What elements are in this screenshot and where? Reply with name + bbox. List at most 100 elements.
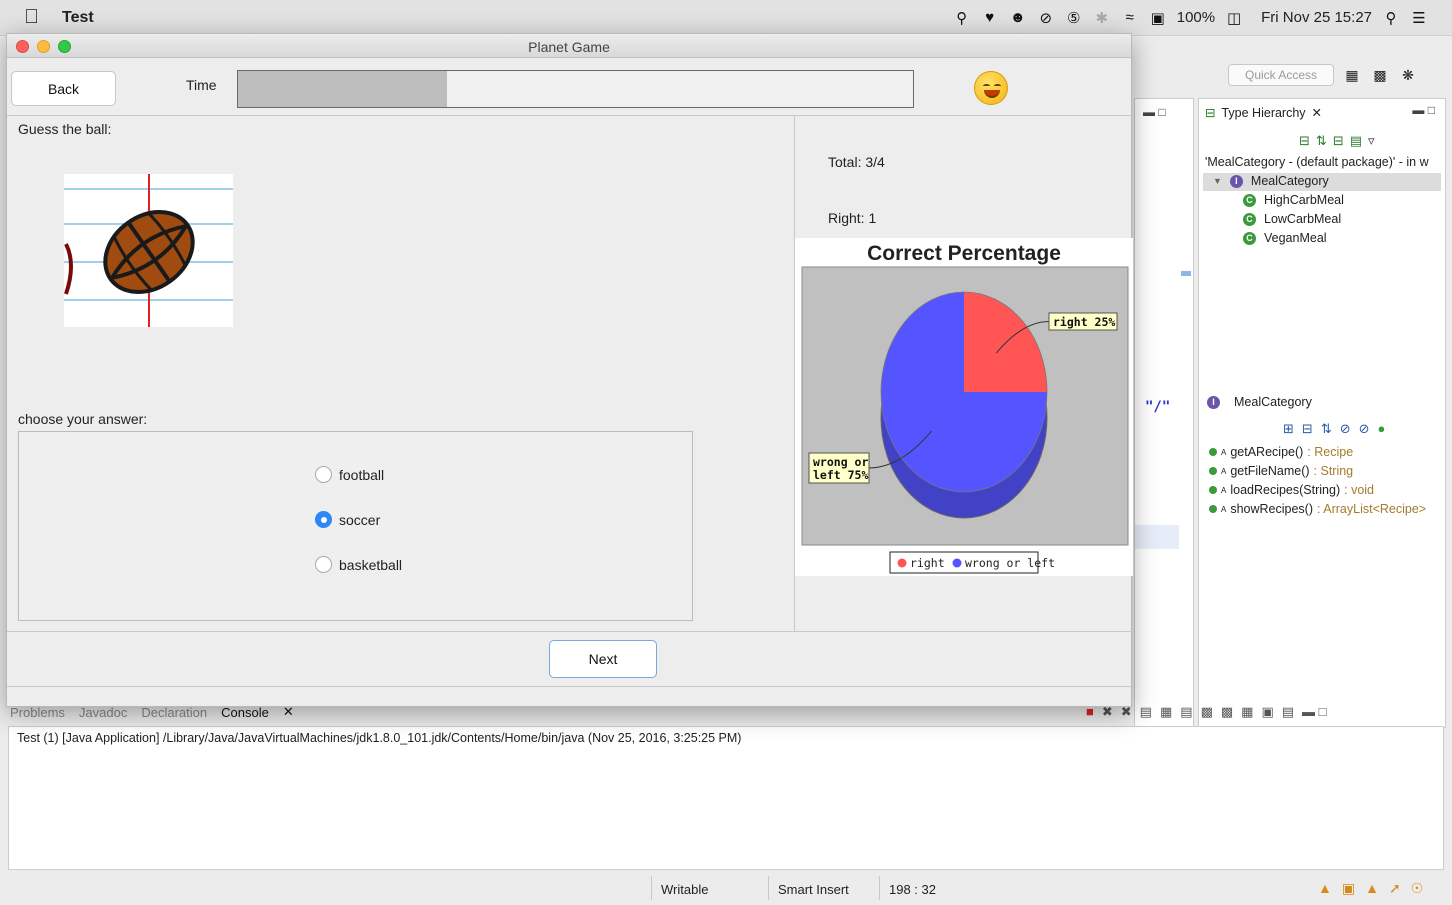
- choose-answer-label: choose your answer:: [18, 411, 148, 427]
- evernote-icon[interactable]: ♥: [981, 9, 999, 27]
- current-line-highlight: [1135, 525, 1179, 549]
- console-output[interactable]: Test (1) [Java Application] /Library/Jav…: [8, 726, 1444, 870]
- spotlight-search-icon[interactable]: ⚲: [1382, 9, 1400, 27]
- option-label: football: [339, 466, 385, 483]
- tree-item-label: LowCarbMeal: [1264, 212, 1342, 226]
- members-title: I MealCategory: [1207, 395, 1312, 409]
- smiley-mouth: [984, 90, 1000, 98]
- show-inherited-icon[interactable]: ⊞: [1283, 421, 1294, 437]
- minimize-maximize-icon[interactable]: ▬ □: [1412, 103, 1435, 117]
- app-menu-name[interactable]: Test: [62, 9, 94, 27]
- status-tray: ⚲ ♥ ☻ ⊘ ⑤ ✱ ≈ ▣ 100% ◫ Fri Nov 25 15:27 …: [953, 9, 1428, 27]
- battery-icon[interactable]: ◫: [1225, 9, 1243, 27]
- apple-icon[interactable]: : [24, 6, 54, 29]
- pin-console-icon[interactable]: ▦: [1241, 704, 1253, 720]
- hide-fields-icon[interactable]: ⊘: [1340, 421, 1351, 437]
- next-button[interactable]: Next: [549, 640, 657, 678]
- minimize-maximize-icon[interactable]: ▬ □: [1143, 105, 1166, 119]
- tree-item[interactable]: C VeganMeal: [1243, 231, 1327, 245]
- editor-pane[interactable]: ▬ □ "/": [1134, 98, 1194, 728]
- console-line: Test (1) [Java Application] /Library/Jav…: [17, 731, 742, 745]
- member-row[interactable]: A getARecipe() : Recipe: [1209, 445, 1353, 459]
- ide-toolbar-right: Quick Access ▦ ▩ ❋: [1228, 64, 1418, 86]
- wand-icon[interactable]: ➚: [1389, 880, 1401, 897]
- public-method-icon: [1209, 505, 1217, 513]
- scroll-lock-icon[interactable]: ▦: [1160, 704, 1172, 720]
- history-icon[interactable]: ▤: [1350, 133, 1362, 149]
- wechat-icon[interactable]: ☻: [1009, 9, 1027, 27]
- five-icon[interactable]: ⑤: [1065, 9, 1083, 27]
- pie-chart: Correct Percentage right 25% wrong or left…: [795, 238, 1133, 576]
- back-button[interactable]: Back: [11, 71, 116, 106]
- hide-static-icon[interactable]: ⊘: [1359, 421, 1370, 437]
- question-panel: Guess the ball: choose your answer: foot…: [7, 115, 795, 631]
- member-row[interactable]: A loadRecipes(String) : void: [1209, 483, 1374, 497]
- clear-console-icon[interactable]: ▤: [1140, 704, 1152, 720]
- member-name: getARecipe(): [1230, 445, 1304, 459]
- member-row[interactable]: A showRecipes() : ArrayList<Recipe>: [1209, 502, 1426, 516]
- members-toolbar: ⊞ ⊟ ⇅ ⊘ ⊘ ●: [1283, 421, 1385, 437]
- view-menu-icon[interactable]: ▿: [1368, 133, 1375, 149]
- legend-label: right: [910, 556, 945, 570]
- answer-options-box: football soccer basketball: [18, 431, 693, 621]
- tutorial-icon[interactable]: ▲: [1365, 880, 1379, 897]
- tree-item-label: HighCarbMeal: [1264, 193, 1344, 207]
- option-soccer[interactable]: soccer: [315, 511, 380, 528]
- window-titlebar[interactable]: Planet Game: [7, 34, 1131, 58]
- slice-label-text: left 75%: [813, 468, 868, 482]
- quick-access-input[interactable]: Quick Access: [1228, 64, 1334, 86]
- tree-item-label: VeganMeal: [1264, 231, 1327, 245]
- menu-bar:  Test ⚲ ♥ ☻ ⊘ ⑤ ✱ ≈ ▣ 100% ◫ Fri Nov 25…: [0, 0, 1452, 36]
- total-score: Total: 3/4: [828, 154, 885, 170]
- show-subtype-icon[interactable]: ⊟: [1333, 133, 1344, 149]
- show-type-hierarchy-icon[interactable]: ⊟: [1299, 133, 1310, 149]
- wifi-icon[interactable]: ≈: [1121, 9, 1139, 27]
- word-wrap-icon[interactable]: ▤: [1180, 704, 1192, 720]
- show-supertype-icon[interactable]: ⇅: [1316, 133, 1327, 149]
- radio-button[interactable]: [315, 511, 332, 528]
- lock-view-icon[interactable]: ⊟: [1302, 421, 1313, 437]
- show-on-stderr-icon[interactable]: ▩: [1221, 704, 1233, 720]
- option-basketball[interactable]: basketball: [315, 556, 402, 573]
- interface-icon: I: [1229, 174, 1243, 188]
- interface-icon: I: [1207, 395, 1220, 409]
- magnifier-tray-icon[interactable]: ⚲: [953, 9, 971, 27]
- show-on-stdout-icon[interactable]: ▩: [1201, 704, 1213, 720]
- editor-text: "/": [1145, 399, 1171, 415]
- option-football[interactable]: football: [315, 466, 384, 483]
- bluetooth-icon[interactable]: ✱: [1093, 9, 1111, 27]
- radio-button[interactable]: [315, 556, 332, 573]
- class-icon: C: [1243, 212, 1256, 226]
- clock[interactable]: Fri Nov 25 15:27: [1261, 9, 1372, 26]
- radio-button[interactable]: [315, 466, 332, 483]
- notification-center-icon[interactable]: ☰: [1410, 9, 1428, 27]
- tasks-icon[interactable]: ▲: [1318, 880, 1332, 897]
- open-perspective-icon[interactable]: ▦: [1342, 65, 1362, 85]
- tree-item[interactable]: C HighCarbMeal: [1243, 193, 1344, 207]
- close-icon[interactable]: ✕: [1312, 105, 1322, 120]
- class-icon: C: [1243, 193, 1256, 207]
- member-row[interactable]: A getFileName() : String: [1209, 464, 1353, 478]
- type-hierarchy-tab[interactable]: ⊟ Type Hierarchy ✕: [1205, 105, 1322, 121]
- public-method-icon: [1209, 467, 1217, 475]
- debug-perspective-icon[interactable]: ❋: [1398, 65, 1418, 85]
- status-writable: Writable: [661, 882, 709, 897]
- marketplace-icon[interactable]: ▣: [1342, 880, 1355, 897]
- hide-nonpublic-icon[interactable]: ●: [1378, 421, 1386, 437]
- open-console-icon[interactable]: ▤: [1282, 704, 1294, 720]
- expand-arrow-icon[interactable]: ▼: [1213, 176, 1222, 186]
- minimize-maximize-icon[interactable]: ▬ □: [1302, 704, 1326, 720]
- member-type: : String: [1313, 464, 1354, 478]
- display-console-icon[interactable]: ▣: [1261, 704, 1273, 720]
- smiley-eye: [994, 84, 1001, 88]
- help-icon[interactable]: ☉: [1411, 880, 1424, 897]
- status-bar: Writable Smart Insert 198 : 32 ▲ ▣ ▲ ➚ ☉: [0, 872, 1452, 905]
- smiley-face-icon: [974, 71, 1008, 105]
- java-perspective-icon[interactable]: ▩: [1370, 65, 1390, 85]
- app-tray-icon[interactable]: ▣: [1149, 9, 1167, 27]
- football-illustration: [64, 174, 233, 327]
- vpn-icon[interactable]: ⊘: [1037, 9, 1055, 27]
- tree-item[interactable]: C LowCarbMeal: [1243, 212, 1341, 226]
- sort-icon[interactable]: ⇅: [1321, 421, 1332, 437]
- tree-item-root[interactable]: ▼ I MealCategory: [1213, 174, 1329, 188]
